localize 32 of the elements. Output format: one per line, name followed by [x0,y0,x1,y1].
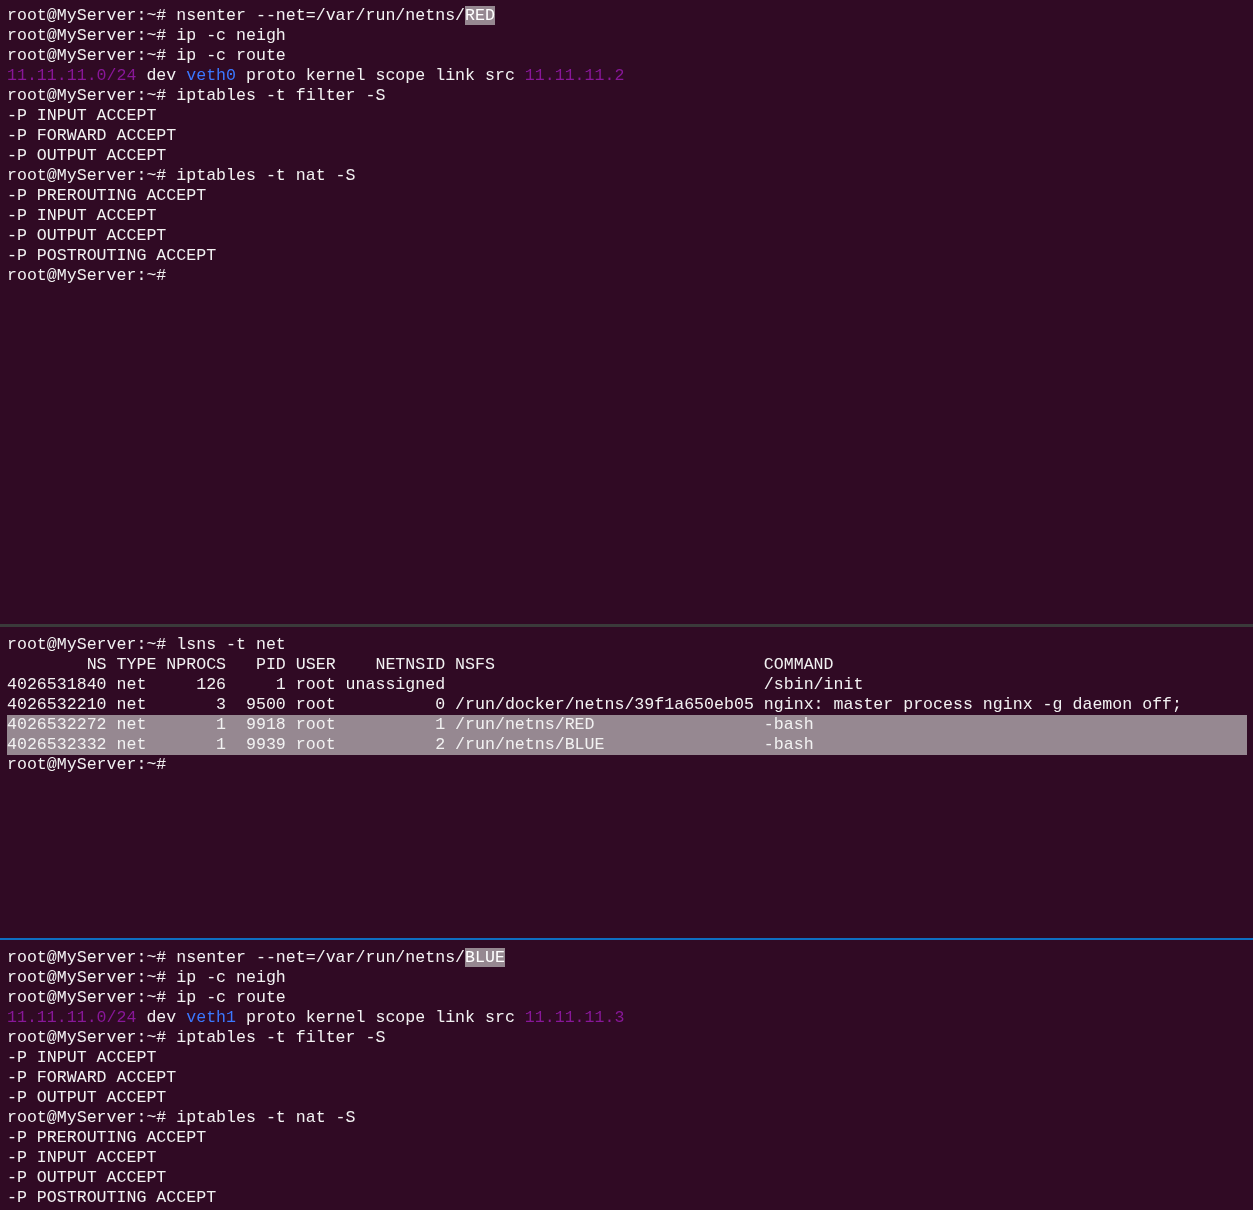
terminal-line: root@MyServer:~# ip -c route [7,46,286,66]
terminal-line: root@MyServer:~# [7,266,167,286]
terminal-line: -P INPUT ACCEPT [7,206,157,226]
terminal-line: 11.11.11.0/24 dev veth0 proto kernel scope link src 11.11.11.2 [7,66,625,86]
terminal-line: root@MyServer:~# ip -c neigh [7,26,286,46]
terminal-line: -P OUTPUT ACCEPT [7,1088,167,1108]
terminal-line: -P INPUT ACCEPT [7,106,157,126]
terminal-line: -P POSTROUTING ACCEPT [7,246,217,266]
terminal-line: 4026531840 net 126 1 root unassigned /sbin/init [7,675,864,695]
terminal-line: -P INPUT ACCEPT [7,1148,157,1168]
terminal-line: root@MyServer:~# iptables -t filter -S [7,86,386,106]
terminal-line: root@MyServer:~# lsns -t net [7,635,286,655]
terminal-line: -P OUTPUT ACCEPT [7,146,167,166]
terminal-line: -P OUTPUT ACCEPT [7,226,167,246]
terminal-line: -P FORWARD ACCEPT [7,1068,177,1088]
terminal-line: root@MyServer:~# nsenter --net=/var/run/netns/BLUE [7,948,505,968]
terminal-line: -P OUTPUT ACCEPT [7,1168,167,1188]
terminal-line: 11.11.11.0/24 dev veth1 proto kernel scope link src 11.11.11.3 [7,1008,625,1028]
terminal-line: -P POSTROUTING ACCEPT [7,1188,217,1208]
terminal-line: root@MyServer:~# ip -c neigh [7,968,286,988]
terminal-line: root@MyServer:~# iptables -t nat -S [7,166,356,186]
terminal-line: -P PREROUTING ACCEPT [7,1128,207,1148]
terminal-line: root@MyServer:~# iptables -t nat -S [7,1108,356,1128]
terminal-line: root@MyServer:~# [7,755,167,775]
terminal-line: NS TYPE NPROCS PID USER NETNSID NSFS COMMAND [85,655,834,675]
terminal-line: -P INPUT ACCEPT [7,1048,157,1068]
terminal-line: 4026532210 net 3 9500 root 0 /run/docker/netns/39f1a650eb05 nginx: master process nginx -g daemon off; [7,695,1183,715]
terminal-line: root@MyServer:~# ip -c route [7,988,286,1008]
terminal-line: -P PREROUTING ACCEPT [7,186,207,206]
terminal-line: -P FORWARD ACCEPT [7,126,177,146]
terminal-line: root@MyServer:~# iptables -t filter -S [7,1028,386,1048]
terminal-line: root@MyServer:~# nsenter --net=/var/run/netns/RED [7,6,495,26]
